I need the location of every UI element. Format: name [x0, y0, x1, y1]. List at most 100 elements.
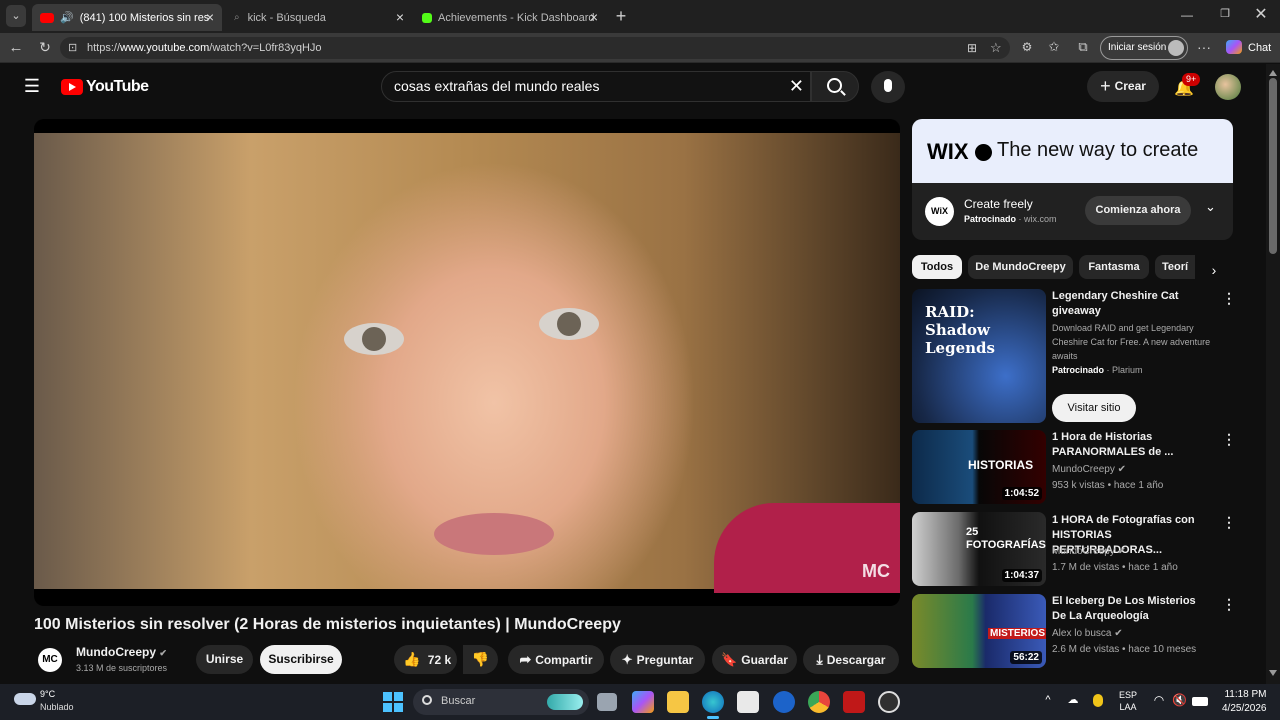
- related-channel[interactable]: Alex lo busca ✔: [1052, 626, 1123, 642]
- tab-close-icon[interactable]: ×: [396, 9, 404, 25]
- speaker-icon[interactable]: 🔊: [60, 11, 74, 24]
- join-button[interactable]: Unirse: [196, 645, 253, 674]
- visit-site-button[interactable]: Visitar sitio: [1052, 394, 1136, 422]
- minimize-icon[interactable]: —: [1180, 9, 1194, 21]
- ask-button[interactable]: ✦ Preguntar: [610, 645, 705, 674]
- scroll-down-arrow-icon[interactable]: [1269, 670, 1277, 676]
- obs-icon[interactable]: [878, 691, 900, 713]
- clock[interactable]: 11:18 PM 4/25/2026: [1222, 688, 1267, 716]
- chip-teoria[interactable]: Teorí: [1155, 255, 1195, 279]
- more-menu-icon[interactable]: ···: [1197, 40, 1211, 54]
- sponsored-title[interactable]: Legendary Cheshire Cat giveaway: [1052, 289, 1212, 319]
- related-more-icon[interactable]: ⋮: [1222, 431, 1236, 448]
- tab-youtube[interactable]: 🔊 (841) 100 Misterios sin resolv ×: [32, 4, 222, 31]
- search-button[interactable]: [811, 71, 859, 102]
- video-player[interactable]: MC: [34, 119, 900, 606]
- active-app-indicator: [707, 716, 719, 719]
- chat-label[interactable]: Chat: [1248, 42, 1271, 54]
- tab-list-chevron-icon[interactable]: ⌄: [6, 5, 26, 27]
- download-button[interactable]: ⤓ Descargar: [803, 645, 899, 674]
- search-highlight-icon: [547, 694, 583, 710]
- tab-close-icon[interactable]: ×: [590, 9, 598, 25]
- wifi-icon[interactable]: ◠: [1152, 694, 1166, 706]
- chrome-icon[interactable]: [808, 691, 830, 713]
- window-close-icon[interactable]: ✕: [1254, 7, 1268, 23]
- clear-search-icon[interactable]: ✕: [789, 72, 804, 101]
- tab-close-icon[interactable]: ×: [206, 9, 214, 25]
- restore-icon[interactable]: ❐: [1218, 9, 1232, 20]
- left-eye: [344, 323, 404, 355]
- sponsored-more-icon[interactable]: ⋮: [1222, 290, 1236, 307]
- sponsored-thumbnail[interactable]: RAID: Shadow Legends: [912, 289, 1046, 423]
- url-field[interactable]: ⊡ https://www.youtube.com/watch?v=L0fr83…: [60, 37, 1010, 59]
- related-thumbnail[interactable]: MISTERIOS 56:22: [912, 594, 1046, 668]
- chips-next-chevron-icon[interactable]: ›: [1208, 263, 1220, 277]
- extension-icon[interactable]: ⚙: [1020, 41, 1034, 53]
- ad-expand-chevron-icon[interactable]: ⌄: [1205, 199, 1216, 215]
- file-explorer-icon[interactable]: [667, 691, 689, 713]
- signin-button[interactable]: Iniciar sesión: [1100, 36, 1188, 60]
- search-input[interactable]: cosas extrañas del mundo reales ✕: [381, 71, 811, 102]
- chip-todos[interactable]: Todos: [912, 255, 962, 279]
- account-avatar[interactable]: [1215, 74, 1241, 100]
- related-more-icon[interactable]: ⋮: [1222, 596, 1236, 613]
- page-scrollbar[interactable]: [1266, 64, 1280, 684]
- share-button[interactable]: ➦ Compartir: [508, 645, 604, 674]
- youtube-logo[interactable]: YouTube: [61, 78, 149, 96]
- site-info-icon[interactable]: ⊡: [68, 37, 77, 59]
- notifications-button[interactable]: 🔔 9+: [1172, 73, 1201, 97]
- task-view-icon[interactable]: [597, 693, 617, 711]
- hamburger-menu-icon[interactable]: ☰: [23, 77, 41, 95]
- related-title[interactable]: 1 Hora de Historias PARANORMALES de ...: [1052, 430, 1212, 460]
- related-channel[interactable]: MundoCreepy ✔: [1052, 544, 1126, 560]
- channel-name[interactable]: MundoCreepy ✔: [76, 645, 167, 659]
- back-arrow-icon[interactable]: ←: [8, 40, 24, 55]
- microphone-tray-icon[interactable]: [1093, 694, 1103, 707]
- related-thumb-text: HISTORIAS: [968, 458, 1034, 472]
- related-more-icon[interactable]: ⋮: [1222, 514, 1236, 531]
- volume-muted-icon[interactable]: 🔇: [1172, 694, 1187, 706]
- battery-icon[interactable]: [1192, 697, 1208, 706]
- language-indicator[interactable]: ESP LAA: [1119, 689, 1137, 713]
- copilot-taskbar-icon[interactable]: [632, 691, 654, 713]
- scroll-up-arrow-icon[interactable]: [1269, 70, 1277, 76]
- save-button[interactable]: 🔖 Guardar: [712, 645, 797, 674]
- channel-name-text: MundoCreepy: [76, 645, 157, 659]
- tab-kick-search[interactable]: ⌕ kick - Búsqueda ×: [226, 4, 412, 31]
- chip-de-mundocreepy[interactable]: De MundoCreepy: [968, 255, 1073, 279]
- ad-banner[interactable]: WIX The new way to create: [912, 119, 1233, 183]
- video-title: 100 Misterios sin resolver (2 Horas de m…: [34, 616, 621, 633]
- bookmark-icon: 🔖: [721, 652, 738, 667]
- microsoft-store-icon[interactable]: [737, 691, 759, 713]
- favorite-star-icon[interactable]: ☆: [990, 37, 1002, 59]
- app-available-icon[interactable]: ⊞: [967, 37, 977, 59]
- copilot-icon[interactable]: [1226, 40, 1242, 54]
- related-channel[interactable]: MundoCreepy ✔: [1052, 462, 1126, 478]
- create-button[interactable]: + Crear: [1087, 71, 1159, 102]
- like-button[interactable]: 👍 72 k: [394, 645, 457, 674]
- ad-cta-button[interactable]: Comienza ahora: [1085, 196, 1191, 225]
- show-hidden-icons-chevron-icon[interactable]: ^: [1042, 695, 1054, 706]
- scrollbar-thumb[interactable]: [1269, 78, 1277, 254]
- refresh-icon[interactable]: ↻: [37, 40, 53, 54]
- tab-kick-dashboard[interactable]: Achievements - Kick Dashboard ×: [414, 4, 606, 31]
- subscribe-button[interactable]: Suscribirse: [260, 645, 342, 674]
- taskbar-search[interactable]: Buscar: [413, 689, 589, 715]
- dislike-button[interactable]: 👎: [463, 645, 498, 674]
- voice-search-button[interactable]: [871, 71, 905, 103]
- chip-fantasma[interactable]: Fantasma: [1079, 255, 1149, 279]
- mcafee-icon[interactable]: [843, 691, 865, 713]
- channel-avatar[interactable]: MC: [38, 648, 62, 672]
- favorites-icon[interactable]: ✩: [1047, 40, 1061, 53]
- related-thumb-text: 25 FOTOGRAFÍAS: [966, 526, 1046, 551]
- onedrive-icon[interactable]: ☁: [1066, 695, 1080, 706]
- related-title[interactable]: El Iceberg De Los Misterios De La Arqueo…: [1052, 594, 1212, 624]
- new-tab-plus-icon[interactable]: +: [612, 7, 630, 25]
- weather-widget[interactable]: 9°C Nublado: [14, 689, 104, 715]
- related-thumbnail[interactable]: HISTORIAS 1:04:52: [912, 430, 1046, 504]
- start-button-windows-icon[interactable]: [383, 692, 403, 712]
- hp-app-icon[interactable]: [773, 691, 795, 713]
- related-thumbnail[interactable]: 25 FOTOGRAFÍAS 1:04:37: [912, 512, 1046, 586]
- edge-browser-icon[interactable]: [702, 691, 724, 713]
- collections-icon[interactable]: ⧉: [1076, 40, 1090, 53]
